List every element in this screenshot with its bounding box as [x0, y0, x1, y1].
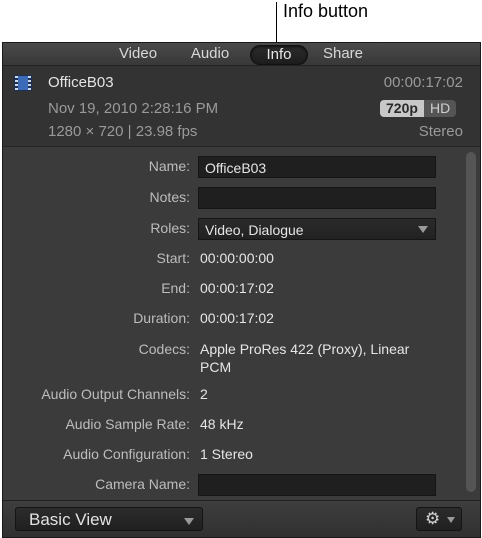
info-fields: Name: OfficeB03 Notes: Roles: Video, Dia…: [3, 148, 480, 500]
metadata-view-popup[interactable]: Basic View: [15, 507, 203, 531]
tab-share[interactable]: Share: [313, 45, 373, 63]
name-label: Name:: [148, 158, 190, 174]
camera-name-field[interactable]: [198, 474, 436, 496]
name-field[interactable]: OfficeB03: [198, 156, 436, 178]
codecs-value-line2: PCM: [200, 359, 232, 375]
roles-select[interactable]: Video, Dialogue: [198, 218, 436, 240]
callout-line: [276, 2, 277, 42]
roles-value: Video, Dialogue: [205, 222, 304, 238]
clip-duration: 00:00:17:02: [383, 74, 463, 91]
clip-audio-format: Stereo: [418, 123, 463, 140]
audio-configuration-value: 1 Stereo: [200, 446, 253, 462]
chevron-down-icon: [447, 517, 455, 523]
codecs-value-line1: Apple ProRes 422 (Proxy), Linear: [200, 341, 410, 357]
clip-resolution: 1280 × 720 | 23.98 fps: [48, 123, 198, 140]
audio-configuration-label: Audio Configuration:: [63, 446, 190, 462]
format-badge-720p: 720p: [380, 100, 424, 117]
audio-sample-rate-label: Audio Sample Rate:: [65, 416, 190, 432]
duration-label: Duration:: [133, 310, 190, 326]
start-label: Start:: [156, 250, 190, 266]
footer-bar: Basic View ⚙: [3, 500, 480, 537]
notes-label: Notes:: [149, 189, 190, 205]
roles-label: Roles:: [150, 220, 190, 236]
end-value: 00:00:17:02: [200, 280, 274, 296]
notes-field[interactable]: [198, 187, 436, 209]
codecs-label: Codecs:: [138, 341, 190, 357]
end-label: End:: [161, 280, 190, 296]
scrollbar[interactable]: [466, 152, 476, 492]
clip-date: Nov 19, 2010 2:28:16 PM: [48, 100, 219, 117]
audio-output-channels-label: Audio Output Channels:: [41, 386, 190, 402]
chevron-down-icon: [418, 226, 428, 233]
tab-bar: Video Audio Info Share: [3, 43, 480, 66]
tab-info[interactable]: Info: [250, 45, 308, 65]
camera-name-label: Camera Name:: [95, 476, 190, 492]
action-menu-button[interactable]: ⚙: [416, 507, 462, 531]
clip-header: OfficeB03 00:00:17:02 Nov 19, 2010 2:28:…: [3, 66, 480, 147]
gear-icon: ⚙: [425, 509, 441, 528]
format-badge-hd: HD: [424, 100, 457, 117]
audio-output-channels-value: 2: [200, 386, 208, 402]
inspector-panel: Video Audio Info Share OfficeB03 00:00:1…: [2, 42, 481, 538]
tab-audio[interactable]: Audio: [180, 45, 240, 63]
info-button-callout: Info button: [283, 1, 369, 21]
chevron-down-icon: [184, 518, 194, 525]
view-label: Basic View: [29, 510, 112, 529]
clip-name: OfficeB03: [48, 74, 114, 91]
audio-sample-rate-value: 48 kHz: [200, 416, 244, 432]
duration-value: 00:00:17:02: [200, 310, 274, 326]
name-value: OfficeB03: [205, 160, 267, 176]
film-clip-icon: [14, 75, 32, 91]
start-value: 00:00:00:00: [200, 250, 274, 266]
tab-video[interactable]: Video: [108, 45, 168, 63]
